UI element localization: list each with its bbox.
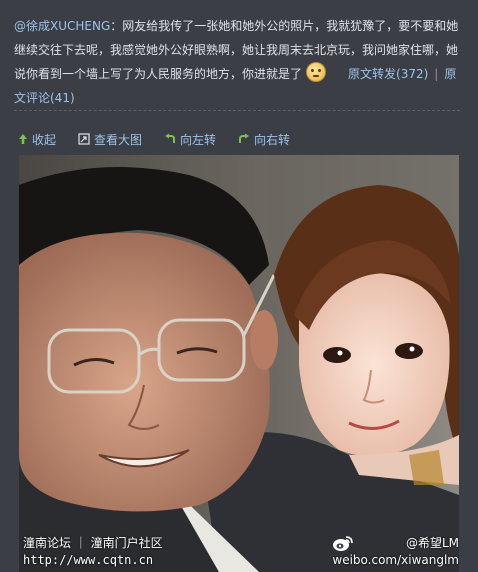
rotate-left-icon [165,133,176,143]
watermark-right: @希望LM weibo.com/xiwanglm [332,534,459,568]
rotate-left-label: 向左转 [180,132,217,147]
separator: | [434,67,439,81]
arrow-up-icon [19,134,27,144]
watermark-left: 潼南论坛 ｜ 潼南门户社区 http://www.cqtn.cn [23,534,163,568]
collapse-label: 收起 [32,132,57,147]
magnify-image-icon [78,133,90,145]
weibo-logo-icon [333,536,354,551]
watermark-site-name: 潼南论坛 ｜ 潼南门户社区 [23,536,163,550]
weibo-post-text: @徐成XUCHENG：网友给我传了一张她和她外公的照片，我就犹豫了，要不要和她继… [14,14,464,110]
view-large-button[interactable]: 查看大图 [78,130,142,148]
dashed-divider [14,110,460,111]
watermark-site-url: http://www.cqtn.cn [23,553,154,567]
watermark-weibo-url: weibo.com/xiwanglm [332,553,459,567]
rotate-left-button[interactable]: 向左转 [164,130,216,148]
rotate-right-button[interactable]: 向右转 [238,130,290,148]
rotate-right-icon [239,133,250,143]
thinking-face-emoji-icon [306,62,327,82]
view-large-label: 查看大图 [94,132,143,147]
image-toolbar: 收起 查看大图 向左转 向右转 [18,130,290,148]
collapse-button[interactable]: 收起 [18,130,56,148]
repost-link[interactable]: 原文转发(372) [348,67,428,81]
post-photo[interactable]: 潼南论坛 ｜ 潼南门户社区 http://www.cqtn.cn @希望LM w… [19,155,459,572]
photo-illustration [19,155,459,572]
watermark-handle: @希望LM [405,536,459,550]
rotate-right-label: 向右转 [254,132,291,147]
author-link[interactable]: @徐成XUCHENG [14,19,110,33]
